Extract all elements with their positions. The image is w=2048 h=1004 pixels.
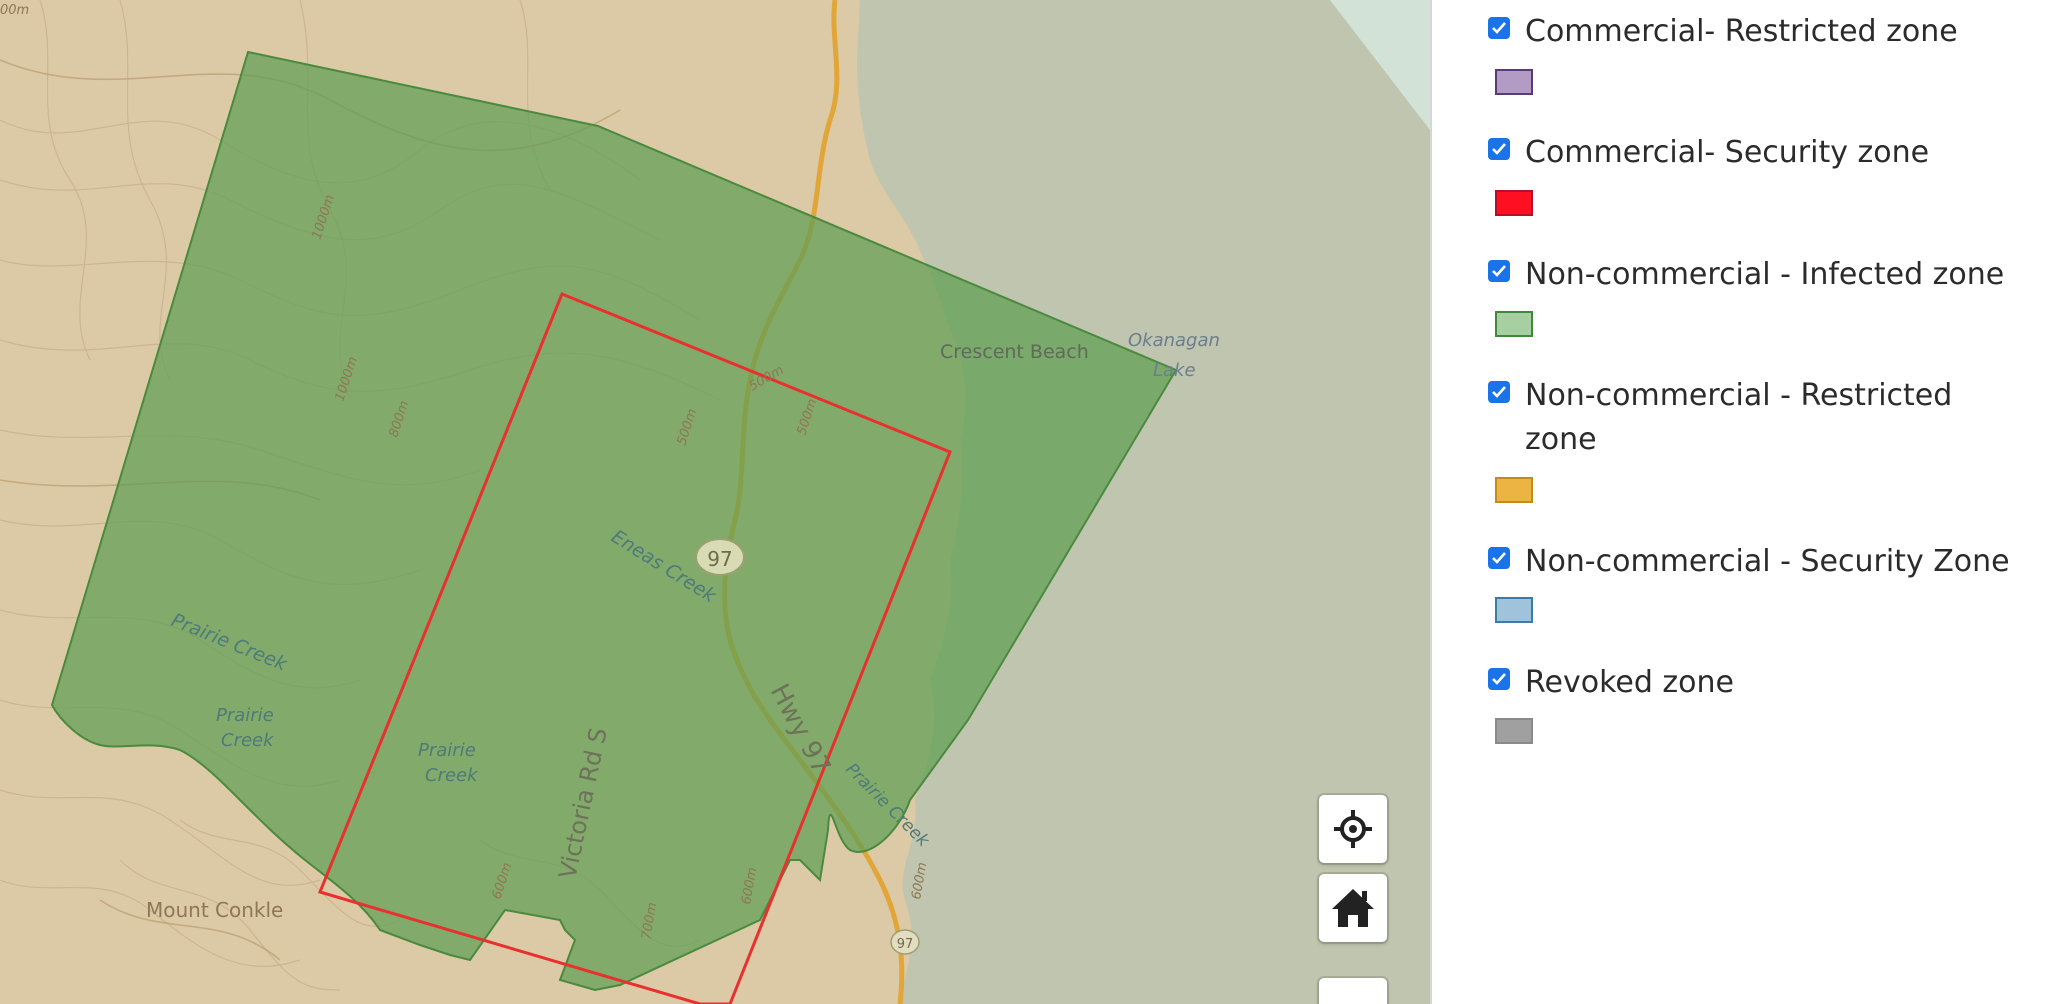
legend-checkbox-commercial-restricted[interactable]	[1488, 17, 1510, 39]
crescent-beach-label: Crescent Beach	[940, 341, 1089, 363]
mount-conkle-label: Mount Conkle	[146, 898, 283, 922]
legend-label-revoked: Revoked zone	[1525, 665, 1734, 700]
locate-button[interactable]	[1319, 795, 1387, 863]
legend-swatch-revoked	[1495, 718, 1533, 744]
checkmark-icon	[1492, 386, 1506, 398]
legend-checkbox-commercial-security[interactable]	[1488, 138, 1510, 160]
app: 97 97 Crescent Beach Okanagan Lake Mount…	[0, 0, 2048, 1004]
prairie-creek-label-2: Prairie	[216, 705, 274, 726]
highway-97-shield: 97	[695, 538, 745, 576]
checkmark-icon	[1492, 143, 1506, 155]
legend-label-noncommercial-security: Non-commercial - Security Zone	[1525, 544, 2010, 579]
checkmark-icon	[1492, 552, 1506, 564]
legend-swatch-commercial-restricted	[1495, 69, 1533, 95]
prairie-creek-label-2b: Creek	[221, 730, 275, 751]
highway-97-shield-small-text: 97	[897, 937, 914, 952]
legend-panel: Commercial- Restricted zone Commercial- …	[1432, 0, 2048, 1004]
extra-map-control[interactable]	[1319, 978, 1387, 1004]
highway-97-shield-small: 97	[890, 929, 920, 955]
legend-checkbox-noncommercial-infected[interactable]	[1488, 260, 1510, 282]
legend-label-commercial-restricted: Commercial- Restricted zone	[1525, 14, 1958, 49]
legend-label-noncommercial-restricted: Non-commercial - Restricted zone	[1525, 378, 1953, 457]
legend-checkbox-revoked[interactable]	[1488, 668, 1510, 690]
checkmark-icon	[1492, 22, 1506, 34]
legend-swatch-noncommercial-security	[1495, 597, 1533, 623]
home-button[interactable]	[1319, 874, 1387, 942]
legend-swatch-commercial-security	[1495, 190, 1533, 216]
prairie-creek-label-3: Prairie	[418, 740, 476, 761]
legend-label-commercial-security: Commercial- Security zone	[1525, 135, 1930, 170]
checkmark-icon	[1492, 265, 1506, 277]
legend-checkbox-noncommercial-security[interactable]	[1488, 547, 1510, 569]
prairie-creek-label-3b: Creek	[425, 765, 479, 786]
crosshair-icon	[1331, 807, 1375, 851]
checkmark-icon	[1492, 673, 1506, 685]
okanagan-lake-label-1: Okanagan	[1128, 330, 1220, 351]
contour-label-00m: 00m	[0, 3, 29, 18]
legend-swatch-noncommercial-infected	[1495, 311, 1533, 337]
map-canvas[interactable]: 97 97 Crescent Beach Okanagan Lake Mount…	[0, 0, 1430, 1004]
home-icon	[1330, 885, 1376, 931]
okanagan-lake-label-2: Lake	[1153, 360, 1196, 381]
legend-swatch-noncommercial-restricted	[1495, 477, 1533, 503]
highway-97-shield-text: 97	[707, 547, 732, 571]
legend-checkbox-noncommercial-restricted[interactable]	[1488, 381, 1510, 403]
legend-label-noncommercial-infected: Non-commercial - Infected zone	[1525, 257, 2005, 292]
map-view[interactable]: 97 97 Crescent Beach Okanagan Lake Mount…	[0, 0, 1430, 1004]
